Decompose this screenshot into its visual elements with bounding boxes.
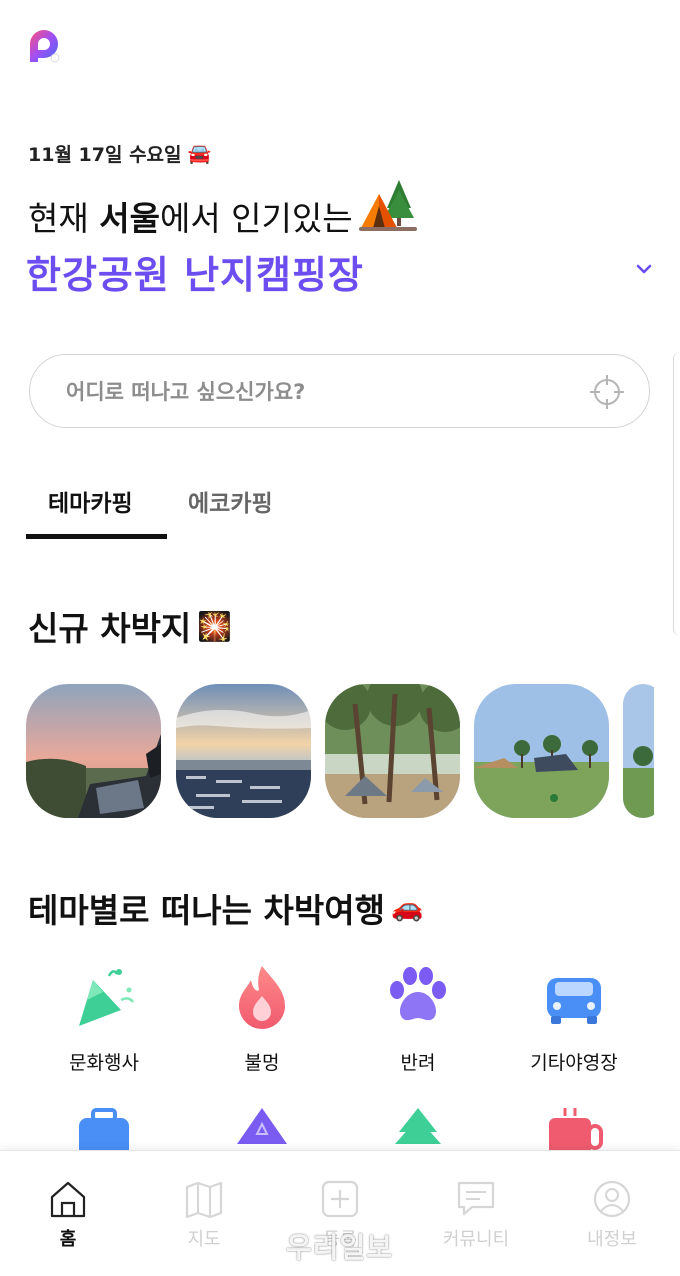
nav-label: 내정보 <box>587 1229 637 1250</box>
coast-sunset-photo[interactable] <box>176 684 311 818</box>
headline: 현재 서울 에서 인기있는 <box>28 180 419 244</box>
campsite-photo-partial[interactable] <box>623 684 654 818</box>
tab-bar: 테마카핑 에코카핑 <box>26 470 666 540</box>
date-text: 11월 17일 수요일 <box>28 144 182 166</box>
app-logo[interactable] <box>26 28 62 64</box>
field-campsite-photo[interactable] <box>474 684 609 818</box>
themes-title-text: 테마별로 떠나는 차박여행 <box>28 891 385 930</box>
theme-pets[interactable]: 반려 <box>340 960 496 1080</box>
theme-label: 불멍 <box>244 1052 280 1074</box>
nav-map[interactable]: 지도 <box>154 1179 254 1251</box>
nav-community[interactable]: 커뮤니티 <box>426 1179 526 1251</box>
theme-fire-gazing[interactable]: 불멍 <box>184 960 340 1080</box>
nav-label: 홈 <box>59 1229 77 1250</box>
tab-active-indicator <box>26 534 167 539</box>
themes-title: 테마별로 떠나는 차박여행 🚗 <box>28 884 423 932</box>
car-emoji-icon: 🚗 <box>390 893 424 923</box>
sunset-car-photo[interactable] <box>26 684 161 818</box>
tab-eco-camping[interactable]: 에코카핑 <box>188 484 273 518</box>
tent-icon <box>358 180 417 231</box>
nav-label: 지도 <box>187 1229 221 1250</box>
pine-forest-camp-photo[interactable] <box>325 684 460 818</box>
headline-prefix: 현재 <box>28 199 100 238</box>
crosshair-icon[interactable] <box>589 374 625 410</box>
fireworks-emoji-icon: 🎇 <box>197 609 233 643</box>
watermark: 우리일보 <box>286 1231 394 1264</box>
new-spots-carousel[interactable] <box>26 684 654 818</box>
nav-home[interactable]: 홈 <box>18 1179 118 1251</box>
user-icon <box>593 1180 631 1218</box>
new-spots-title: 신규 차박지 🎇 <box>28 602 232 650</box>
nav-my-info[interactable]: 내정보 <box>562 1179 662 1251</box>
chat-icon <box>457 1181 495 1216</box>
headline-suffix: 에서 인기있는 <box>159 199 353 238</box>
theme-other-campsites[interactable]: 기타야영장 <box>496 960 652 1080</box>
new-spots-title-text: 신규 차박지 <box>28 609 192 648</box>
date-line: 11월 17일 수요일 🚘 <box>28 140 211 167</box>
search-input[interactable]: 어디로 떠나고 싶으신가요? <box>29 354 650 428</box>
search-placeholder: 어디로 떠나고 싶으신가요? <box>66 380 306 404</box>
theme-culture-events[interactable]: 문화행사 <box>26 960 182 1080</box>
chevron-down-icon[interactable] <box>634 262 654 276</box>
featured-spot-title[interactable]: 한강공원 난지캠핑장 <box>26 244 364 299</box>
scroll-edge <box>673 352 680 636</box>
fire-icon <box>239 966 285 1029</box>
theme-grid: 문화행사 불멍 반려 기타야영장 <box>26 960 666 1162</box>
car-emoji-icon: 🚘 <box>187 143 212 165</box>
theme-label: 기타야영장 <box>530 1052 618 1074</box>
home-icon <box>50 1181 86 1218</box>
headline-city: 서울 <box>99 199 160 238</box>
car-icon <box>547 978 601 1024</box>
party-popper-icon <box>79 969 135 1026</box>
plus-square-icon <box>321 1180 359 1218</box>
theme-label: 반려 <box>400 1052 436 1074</box>
tab-theme-camping[interactable]: 테마카핑 <box>48 484 133 518</box>
theme-label: 문화행사 <box>69 1052 139 1074</box>
nav-label: 커뮤니티 <box>442 1229 510 1250</box>
map-icon <box>185 1181 223 1219</box>
paw-icon <box>390 967 446 1021</box>
